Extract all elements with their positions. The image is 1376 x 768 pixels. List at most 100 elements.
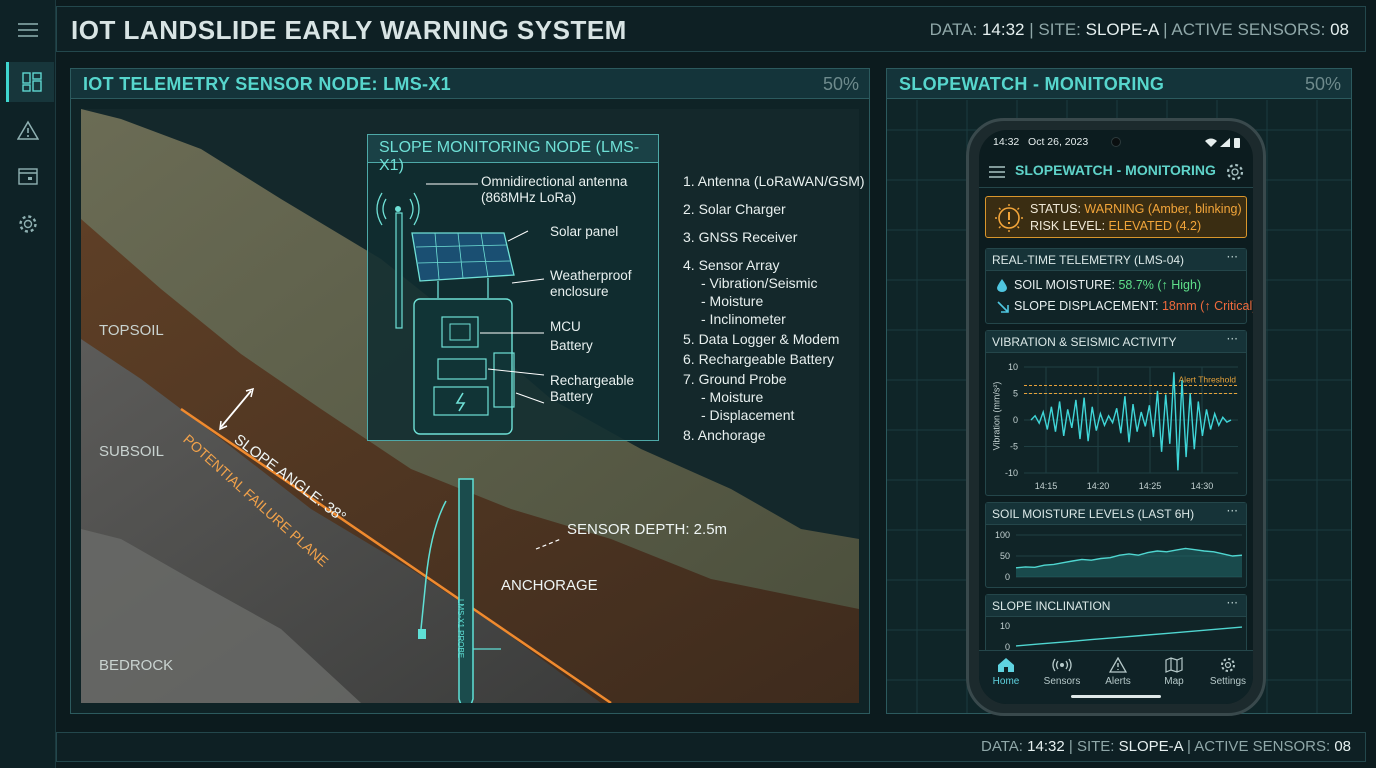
- threshold-label: Alert Threshold: [1179, 375, 1237, 385]
- dashboard-icon[interactable]: [6, 62, 54, 102]
- list-item: 4. Sensor Array: [683, 257, 780, 273]
- solar-label: Solar panel: [550, 224, 619, 239]
- inclination-card[interactable]: SLOPE INCLINATION ··· 10 0: [985, 594, 1247, 654]
- status-label: STATUS:: [1030, 202, 1081, 216]
- vibration-chart: 10 5 0 -5 -10 14:15 14:20 14:25 14:30 Alert Thres…: [1005, 362, 1238, 491]
- nav-label: Home: [992, 676, 1020, 687]
- panel-percent: 50%: [1304, 74, 1341, 94]
- warning-icon[interactable]: [8, 110, 48, 150]
- sensors-label: ACTIVE SENSORS:: [1194, 738, 1331, 755]
- list-item: - Moisture: [701, 293, 764, 309]
- risk-value: ELEVATED (4.2): [1108, 219, 1202, 233]
- displacement-reading: SLOPE DISPLACEMENT: 18mm (↑ Critical): [1014, 299, 1253, 313]
- arrow-down-right-icon: [997, 301, 1009, 313]
- panel-title: SLOPEWATCH - MONITORING: [899, 74, 1165, 94]
- sensors-value: 08: [1330, 20, 1349, 39]
- nav-map[interactable]: Map: [1147, 657, 1201, 687]
- inclination-chart: 100: [1000, 621, 1243, 652]
- camera-icon: [1111, 137, 1121, 147]
- map-icon: [1165, 657, 1183, 673]
- series-line: [1030, 372, 1232, 471]
- panel-header: IOT TELEMETRY SENSOR NODE: LMS-X1 50%: [71, 69, 869, 99]
- status-value: WARNING (Amber, blinking): [1084, 202, 1242, 216]
- phone-screen: 14:32 Oct 26, 2023 SLOPEWATCH - MONITORI…: [979, 130, 1253, 704]
- moisture-label: SOIL MOISTURE:: [1014, 278, 1115, 292]
- panel-title: IOT TELEMETRY SENSOR NODE: LMS-X1: [83, 74, 451, 94]
- phone-date: Oct 26, 2023: [1028, 136, 1089, 148]
- sensor-icon: [1052, 658, 1072, 672]
- enclosure-label-2: enclosure: [550, 284, 609, 299]
- status-alert[interactable]: STATUS: WARNING (Amber, blinking) RISK L…: [985, 196, 1247, 238]
- x-tick-label: 14:15: [1035, 481, 1058, 491]
- rechargeable-label-1: Rechargeable: [550, 373, 635, 388]
- rechargeable-label-2: Battery: [550, 389, 593, 404]
- panel-header: SLOPEWATCH - MONITORING 50%: [887, 69, 1351, 99]
- menu-icon[interactable]: [8, 10, 48, 50]
- nav-label: Sensors: [1043, 676, 1081, 687]
- nav-alerts[interactable]: Alerts: [1091, 656, 1145, 687]
- card-header: SOIL MOISTURE LEVELS (LAST 6H) ···: [986, 503, 1246, 525]
- x-tick-label: 14:30: [1191, 481, 1214, 491]
- phone-device: 14:32 Oct 26, 2023 SLOPEWATCH - MONITORI…: [966, 118, 1266, 716]
- series-area: [1016, 548, 1242, 577]
- list-item: - Displacement: [701, 407, 795, 423]
- footer-status: DATA: 14:32 | SITE: SLOPE-A | ACTIVE SEN…: [981, 738, 1351, 755]
- data-label: DATA:: [929, 20, 978, 39]
- nav-home[interactable]: Home: [979, 657, 1033, 687]
- settings-icon[interactable]: [1225, 162, 1245, 182]
- data-label: DATA:: [981, 738, 1023, 755]
- nav-sensors[interactable]: Sensors: [1035, 657, 1089, 687]
- alert-icon: [1108, 656, 1128, 673]
- site-label: SITE:: [1076, 738, 1115, 755]
- app-title: SLOPEWATCH - MONITORING: [1015, 162, 1216, 178]
- list-item: 6. Rechargeable Battery: [683, 351, 834, 367]
- status-line: STATUS: WARNING (Amber, blinking): [1030, 202, 1242, 216]
- header-status: DATA: 14:32 | SITE: SLOPE-A | ACTIVE SEN…: [930, 20, 1349, 40]
- card-header: SLOPE INCLINATION ···: [986, 595, 1246, 617]
- data-time: 14:32: [1027, 738, 1065, 755]
- data-time: 14:32: [981, 20, 1025, 39]
- hamburger-icon[interactable]: [989, 166, 1005, 178]
- header-bar: IOT LANDSLIDE EARLY WARNING SYSTEM DATA:…: [56, 6, 1366, 52]
- moisture-chart: 100 50 0: [995, 530, 1243, 582]
- more-icon[interactable]: ···: [1227, 504, 1238, 518]
- layer-bedrock: BEDROCK: [99, 657, 174, 674]
- list-item: 2. Solar Charger: [683, 201, 786, 217]
- droplet-icon: [997, 279, 1007, 292]
- gear-icon[interactable]: [8, 204, 48, 244]
- y-axis-label: Vibration (mm/s²): [991, 381, 1002, 451]
- footer-bar: DATA: 14:32 | SITE: SLOPE-A | ACTIVE SEN…: [56, 732, 1366, 762]
- more-icon[interactable]: ···: [1227, 332, 1238, 346]
- list-item: 5. Data Logger & Modem: [683, 331, 840, 347]
- y-tick-label: 100: [995, 530, 1010, 540]
- app-bar: SLOPEWATCH - MONITORING: [979, 156, 1253, 188]
- telemetry-card[interactable]: REAL-TIME TELEMETRY (LMS-04) ··· SOIL MO…: [985, 248, 1253, 324]
- antenna-label: Omnidirectional antenna: [481, 174, 628, 189]
- list-item: 7. Ground Probe: [683, 371, 787, 387]
- risk-line: RISK LEVEL: ELEVATED (4.2): [1030, 219, 1201, 233]
- nav-settings[interactable]: Settings: [1201, 657, 1253, 687]
- y-tick-label: 0: [1013, 415, 1018, 425]
- series-line: [1015, 626, 1243, 647]
- home-icon: [998, 658, 1014, 672]
- y-tick-label: 10: [1000, 621, 1010, 631]
- sensors-value: 08: [1334, 738, 1351, 755]
- more-icon[interactable]: ···: [1227, 596, 1238, 610]
- calendar-icon[interactable]: [8, 156, 48, 196]
- sensor-depth-label: SENSOR DEPTH: 2.5m: [567, 521, 728, 538]
- card-title: VIBRATION & SEISMIC ACTIVITY: [992, 335, 1177, 349]
- y-tick-label: -5: [1010, 442, 1018, 452]
- card-header: VIBRATION & SEISMIC ACTIVITY ···: [986, 331, 1246, 353]
- app-window: IOT LANDSLIDE EARLY WARNING SYSTEM DATA:…: [0, 0, 1376, 768]
- vibration-card[interactable]: VIBRATION & SEISMIC ACTIVITY ··· 10 5 0 -5 -…: [985, 330, 1247, 496]
- list-item: - Vibration/Seismic: [701, 275, 818, 291]
- more-icon[interactable]: ···: [1227, 250, 1238, 264]
- list-item: 1. Antenna (LoRaWAN/GSM): [683, 173, 865, 189]
- soil-moisture-reading: SOIL MOISTURE: 58.7% (↑ High): [1014, 278, 1201, 292]
- probe-label: LMS-X1 PROBE: [456, 599, 465, 659]
- nav-label: Alerts: [1105, 676, 1131, 687]
- soil-moisture-card[interactable]: SOIL MOISTURE LEVELS (LAST 6H) ··· 100 50…: [985, 502, 1247, 588]
- y-tick-label: 50: [1000, 551, 1010, 561]
- displacement-label: SLOPE DISPLACEMENT:: [1014, 299, 1159, 313]
- gear-icon: [1221, 658, 1235, 672]
